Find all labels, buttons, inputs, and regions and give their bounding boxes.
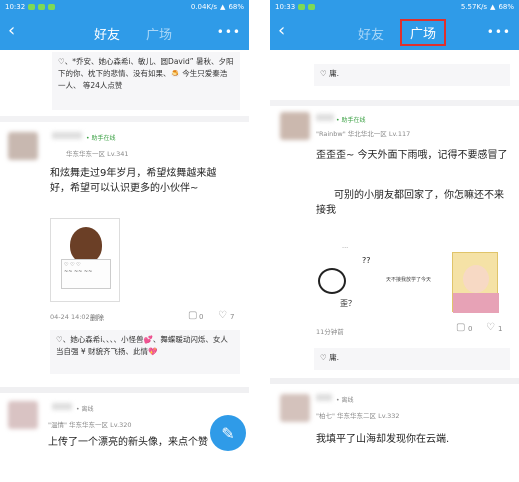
status-time: 10:32: [5, 3, 26, 11]
sticker-question: ??: [362, 256, 371, 265]
network-speed: 5.57K/s: [460, 3, 488, 11]
notification-icon: [48, 4, 56, 10]
status-time: 10:33: [275, 3, 296, 11]
like-list: ♡、她心森希i、、、、小怪兽💕、舞蝶暖动闪烁、女人当自强 ¥ 财貌齐飞扬、此情💖: [50, 330, 240, 374]
ellipsis: ...: [342, 242, 349, 250]
user-meta: 华东华东一区 Lv.341: [66, 150, 129, 158]
back-arrow-icon[interactable]: ‹: [278, 22, 285, 40]
more-options-icon[interactable]: •••: [487, 25, 511, 39]
anime-face: [463, 265, 489, 293]
online-status: • 离线: [336, 397, 354, 404]
post-time: 11分钟前: [316, 328, 344, 336]
battery-level: 68%: [228, 3, 244, 11]
left-phone-screen: 10:32 0.04K/s ▲ 68% ‹ 好友 广场 ••• ♡、*乔安、她心…: [0, 0, 249, 482]
tab-friends[interactable]: 好友: [358, 24, 384, 43]
avatar[interactable]: [280, 112, 310, 140]
like-count: 1: [498, 325, 503, 333]
post-photo[interactable]: ♡ ♡ ♡ ~~ ~~ ~~: [50, 218, 120, 302]
user-meta: "柏七" 华东华东二区 Lv.332: [316, 412, 400, 420]
network-speed: 0.04K/s: [190, 3, 218, 11]
post-card: • 助手在线 华东华东一区 Lv.341 和炫舞走过9年岁月，希望炫舞越来越好，…: [0, 122, 249, 387]
sticker-face: [318, 268, 346, 294]
post-text: 和炫舞走过9年岁月，希望炫舞越来越好，希望可以认识更多的小伙伴~: [50, 168, 217, 194]
post-text: 歪歪歪~ 今天外面下雨哦，记得不要感冒了: [316, 150, 508, 161]
post-card: ♡、*乔安、她心森希i、敏儿、圆David” 暑秋、夕阳下的你、枕下的悲情、没有…: [0, 50, 249, 116]
anime-outfit: [453, 293, 499, 313]
user-meta: "温情" 华东华东一区 Lv.320: [48, 421, 132, 429]
online-status: • 助手在线: [336, 117, 366, 124]
user-name[interactable]: [52, 132, 82, 139]
delete-button[interactable]: 删除: [90, 313, 104, 323]
battery-level: 68%: [498, 3, 514, 11]
user-name[interactable]: [52, 403, 72, 410]
notification-icon: [28, 4, 36, 10]
like-icon[interactable]: ♡: [486, 322, 495, 333]
status-bar: 10:32 0.04K/s ▲ 68%: [0, 0, 249, 14]
post-card: • 离线 "柏七" 华东华东二区 Lv.332 我填平了山海却发现你在云端.: [270, 384, 519, 482]
sticker-image[interactable]: ?? 歪？ 天不接我放学了今天: [316, 254, 442, 310]
post-card: ♡ 庸.: [270, 50, 519, 100]
photo-person: [70, 227, 102, 263]
notification-icon: [308, 4, 316, 10]
right-phone-screen: 10:33 5.57K/s ▲ 68% ‹ 好友 广场 ••• ♡ 庸. • 助…: [270, 0, 519, 482]
tab-plaza[interactable]: 广场: [400, 19, 447, 46]
post-text: 可别的小朋友都回家了，你怎嘛还不来接我: [316, 190, 504, 216]
back-arrow-icon[interactable]: ‹: [8, 22, 15, 40]
online-status: • 助手在线: [86, 135, 116, 142]
anime-image[interactable]: [452, 252, 499, 313]
post-card: • 助手在线 "Rainbw" 华北华北一区 Lv.117 歪歪歪~ 今天外面下…: [270, 106, 519, 378]
more-options-icon[interactable]: •••: [217, 25, 241, 39]
post-text: 我填平了山海却发现你在云端.: [316, 434, 450, 445]
avatar[interactable]: [280, 394, 310, 422]
notification-icon: [38, 4, 46, 10]
status-bar: 10:33 5.57K/s ▲ 68%: [270, 0, 519, 14]
signal-icon: ▲: [220, 3, 226, 11]
like-list: ♡、*乔安、她心森希i、敏儿、圆David” 暑秋、夕阳下的你、枕下的悲情、没有…: [52, 52, 240, 110]
post-text: 上传了一个漂亮的新头像，来点个赞: [48, 437, 208, 448]
photo-sign: ♡ ♡ ♡ ~~ ~~ ~~: [61, 259, 111, 289]
online-status: • 离线: [76, 406, 94, 413]
app-header: ‹ 好友 广场 •••: [270, 14, 519, 50]
user-meta: "Rainbw" 华北华北一区 Lv.117: [316, 130, 411, 138]
comment-icon[interactable]: ▢: [188, 310, 197, 321]
tab-friends[interactable]: 好友: [94, 24, 120, 43]
app-header: ‹ 好友 广场 •••: [0, 14, 249, 50]
like-icon[interactable]: ♡: [218, 310, 227, 321]
sticker-caption: 天不接我放学了今天: [386, 277, 432, 283]
edit-icon: ✎: [221, 423, 235, 443]
user-name[interactable]: [316, 114, 334, 121]
like-count: 7: [230, 313, 235, 321]
avatar[interactable]: [8, 132, 38, 160]
user-name[interactable]: [316, 394, 332, 401]
like-list: ♡ 庸.: [314, 348, 510, 370]
comment-count: 0: [468, 325, 473, 333]
like-list: ♡ 庸.: [314, 64, 510, 86]
signal-icon: ▲: [490, 3, 496, 11]
comment-icon[interactable]: ▢: [456, 322, 465, 333]
avatar[interactable]: [8, 401, 38, 429]
comment-count: 0: [199, 313, 204, 321]
tab-plaza[interactable]: 广场: [146, 24, 172, 43]
sticker-label: 歪？: [340, 299, 356, 308]
compose-button[interactable]: ✎: [210, 415, 246, 451]
post-time: 04-24 14:02: [50, 313, 90, 321]
notification-icon: [298, 4, 306, 10]
